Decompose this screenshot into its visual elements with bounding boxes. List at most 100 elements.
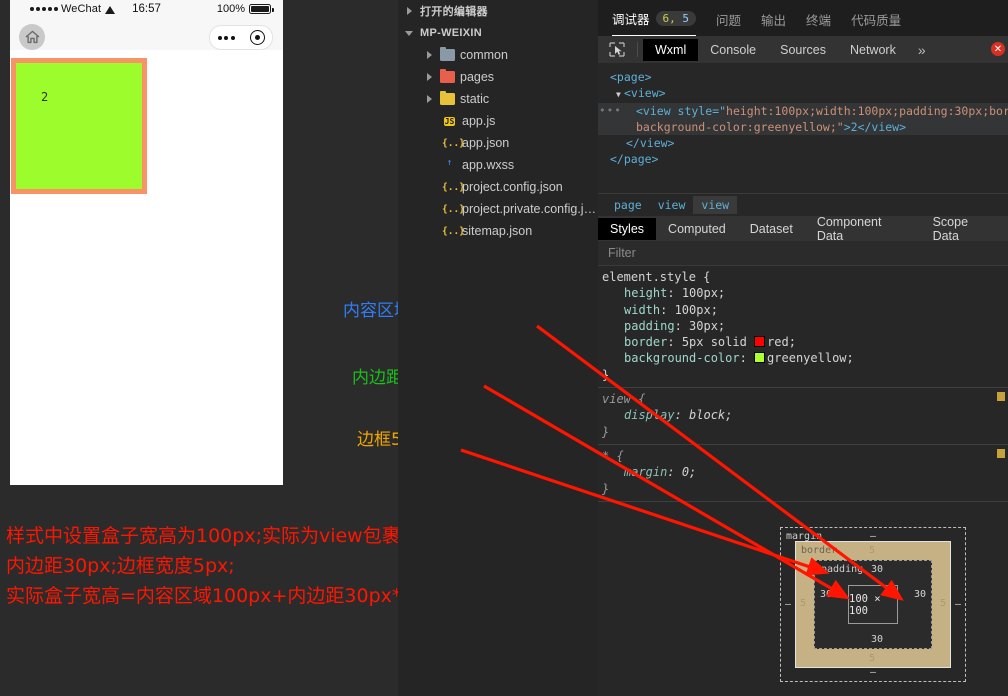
problem-count-badge[interactable]: 6, 5 (655, 11, 697, 26)
tab-styles[interactable]: Styles (598, 217, 657, 240)
explorer-section-project[interactable]: MP-WEIXIN (398, 22, 598, 44)
wxml-style-value-part1: height:100px;width:100px;padding:30px;bo… (726, 104, 1008, 118)
explorer-item-project-private-config-json[interactable]: {..} project.private.config.js... (398, 198, 598, 220)
wxml-line-page-open[interactable]: <page> (598, 69, 1008, 85)
status-bar-right: 100% (217, 3, 274, 15)
wxml-line-view-close[interactable]: </view> (598, 135, 1008, 151)
property-value: 30px; (689, 318, 726, 333)
styles-rule-list: element.style { height: 100px; width: 10… (598, 266, 1008, 502)
stylesheet-source-icon[interactable] (997, 448, 1005, 458)
tab-scope-data[interactable]: Scope Data (921, 211, 1008, 247)
tab-computed[interactable]: Computed (656, 218, 738, 240)
property-name: border (624, 335, 668, 350)
padding-left-value[interactable]: 30 (820, 589, 832, 600)
folder-icon (440, 68, 455, 83)
wxml-line-selected-view[interactable]: ••• <view style="height:100px;width:100p… (598, 103, 1008, 119)
wxml-line-page-close[interactable]: </page> (598, 151, 1008, 167)
explorer-item-label: app.wxss (462, 158, 515, 172)
simulator-column: WeChat 16:57 100% 2 边框5px 样式中设置盒子宽高为100p… (0, 0, 600, 696)
subtab-wxml[interactable]: Wxml (643, 38, 699, 61)
tab-component-data[interactable]: Component Data (805, 211, 921, 247)
subtab-console[interactable]: Console (698, 39, 768, 61)
explorer-item-common[interactable]: common (398, 44, 598, 66)
subtab-network[interactable]: Network (838, 39, 908, 61)
padding-bottom-value[interactable]: 30 (871, 634, 883, 645)
tab-debugger-label: 调试器 (612, 13, 650, 27)
toolbar-divider (637, 42, 638, 57)
breadcrumb-item-page[interactable]: page (606, 196, 650, 214)
rule-close-brace: } (602, 481, 610, 496)
badge-separator: , (669, 12, 683, 25)
declaration-margin[interactable]: margin: 0; (602, 464, 1008, 480)
style-rule-universal[interactable]: * { margin: 0; } (598, 445, 1008, 502)
explorer-item-sitemap-json[interactable]: {..} sitemap.json (398, 220, 598, 242)
color-swatch-red[interactable] (754, 336, 766, 348)
explorer-section-open-editors[interactable]: 打开的编辑器 (398, 0, 598, 22)
file-explorer-panel: 打开的编辑器 MP-WEIXIN common pages static JS … (398, 0, 598, 696)
declaration-padding[interactable]: padding: 30px; (602, 318, 1008, 334)
padding-right-value[interactable]: 30 (914, 589, 926, 600)
more-tabs-icon[interactable]: » (908, 42, 936, 58)
tab-output[interactable]: 输出 (761, 10, 786, 36)
inspect-element-icon[interactable] (606, 40, 628, 59)
declaration-display[interactable]: display: block; (602, 407, 1008, 423)
style-rule-view[interactable]: view { display: block; } (598, 388, 1008, 445)
border-right-value[interactable]: 5 (940, 598, 946, 609)
open-editors-label: 打开的编辑器 (420, 6, 488, 18)
phone-simulator: WeChat 16:57 100% 2 (10, 0, 283, 485)
declaration-border[interactable]: border: 5px solid red; (602, 334, 1008, 350)
folder-icon (440, 46, 455, 61)
explorer-item-label: project.config.json (462, 180, 563, 194)
wxml-line-view-open[interactable]: ▼ <view> (598, 85, 1008, 103)
explorer-item-label: static (460, 92, 490, 106)
box-model-diagram: margin – – – – border 5 5 5 5 padding 30… (780, 527, 966, 682)
wxml-line-selected-view-cont[interactable]: background-color:greenyellow;">2</view> (598, 119, 1008, 135)
breadcrumb-item-view-selected[interactable]: view (693, 196, 738, 214)
tab-code-quality[interactable]: 代码质量 (851, 10, 901, 36)
stylesheet-source-icon[interactable] (997, 392, 1005, 402)
json-file-icon: {..} (442, 225, 465, 237)
border-left-value[interactable]: 5 (800, 598, 806, 609)
margin-right-value[interactable]: – (955, 599, 961, 610)
tab-debugger[interactable]: 调试器 6, 5 (612, 9, 697, 36)
padding-top-value[interactable]: 30 (871, 564, 883, 575)
declaration-height[interactable]: height: 100px; (602, 285, 1008, 301)
explorer-item-app-json[interactable]: {..} app.json (398, 132, 598, 154)
border-bottom-value[interactable]: 5 (869, 653, 875, 664)
property-value-color: greenyellow; (767, 351, 854, 366)
tab-dataset[interactable]: Dataset (738, 218, 805, 240)
signal-dots-icon (30, 7, 58, 11)
preview-view-box[interactable]: 2 (11, 58, 147, 194)
close-icon[interactable]: ✕ (991, 42, 1005, 56)
chevron-right-icon (404, 6, 415, 17)
explorer-item-app-wxss[interactable]: ꜛ app.wxss (398, 154, 598, 176)
declaration-background-color[interactable]: background-color: greenyellow; (602, 350, 1008, 366)
explorer-item-pages[interactable]: pages (398, 66, 598, 88)
color-swatch-greenyellow[interactable] (754, 352, 766, 364)
explorer-item-project-config-json[interactable]: {..} project.config.json (398, 176, 598, 198)
tab-problems[interactable]: 问题 (716, 10, 741, 36)
style-rule-element-style[interactable]: element.style { height: 100px; width: 10… (598, 266, 1008, 389)
wxml-tag: <page> (610, 70, 652, 84)
home-button[interactable] (19, 24, 45, 50)
wxml-tag: <view> (624, 86, 666, 100)
margin-left-value[interactable]: – (785, 599, 791, 610)
box-model-content-area[interactable]: 100 × 100 (848, 585, 898, 624)
simulator-page-content: 2 (10, 50, 283, 485)
wifi-icon (105, 5, 116, 14)
explorer-item-label: app.js (462, 114, 496, 128)
explorer-item-static[interactable]: static (398, 88, 598, 110)
rule-close-brace: } (602, 367, 610, 382)
border-top-value[interactable]: 5 (869, 545, 875, 556)
subtab-sources[interactable]: Sources (768, 39, 838, 61)
tab-terminal[interactable]: 终端 (806, 10, 831, 36)
property-name: background-color (624, 351, 740, 366)
breadcrumb-item-view[interactable]: view (650, 196, 694, 214)
folder-icon (440, 90, 455, 105)
declaration-width[interactable]: width: 100px; (602, 302, 1008, 318)
filter-placeholder-label: Filter (608, 246, 636, 260)
explorer-item-app-js[interactable]: JS app.js (398, 110, 598, 132)
disclosure-triangle-icon[interactable]: ▼ (616, 87, 624, 103)
capsule-menu-button[interactable] (209, 25, 273, 50)
chevron-down-icon (404, 28, 415, 39)
